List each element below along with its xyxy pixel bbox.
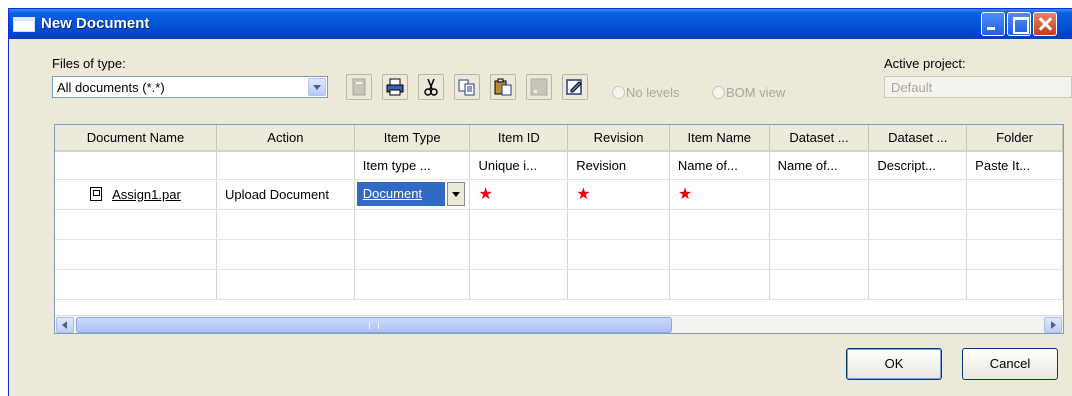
hint-cell bbox=[216, 151, 355, 180]
table-row[interactable] bbox=[55, 209, 1063, 240]
hint-cell: Paste It... bbox=[966, 151, 1063, 180]
print-button[interactable] bbox=[382, 74, 408, 100]
hint-cell: Unique i... bbox=[469, 151, 569, 180]
action-cell[interactable]: Upload Document bbox=[216, 179, 355, 210]
edit-icon bbox=[566, 79, 582, 95]
item-id-cell[interactable]: ★ bbox=[469, 179, 569, 210]
hint-cell: Descript... bbox=[868, 151, 968, 180]
files-of-type-value: All documents (*.*) bbox=[57, 80, 165, 95]
item-type-dropdown-button[interactable] bbox=[446, 182, 465, 206]
table-row[interactable]: Assign1.par Upload Document Document ★ ★… bbox=[55, 179, 1063, 210]
window-title: New Document bbox=[41, 15, 150, 32]
table-header: Document Name Action Item Type Item ID R… bbox=[55, 125, 1063, 152]
hint-cell: Item type ... bbox=[354, 151, 471, 180]
column-header-item-id[interactable]: Item ID bbox=[469, 125, 569, 152]
hint-row: Item type ... Unique i... Revision Name … bbox=[55, 151, 1063, 180]
ok-button[interactable]: OK bbox=[846, 348, 942, 380]
files-of-type-label: Files of type: bbox=[52, 56, 126, 71]
column-header-document-name[interactable]: Document Name bbox=[55, 125, 217, 152]
active-project-field[interactable]: Default bbox=[884, 76, 1072, 98]
minimize-button[interactable] bbox=[981, 12, 1005, 36]
column-header-action[interactable]: Action bbox=[216, 125, 355, 152]
table-row[interactable] bbox=[55, 269, 1063, 300]
hint-cell: Name of... bbox=[669, 151, 770, 180]
edit-properties-button[interactable] bbox=[562, 74, 588, 100]
cut-button[interactable] bbox=[418, 74, 444, 100]
paste-button[interactable] bbox=[490, 74, 516, 100]
title-bar[interactable]: New Document bbox=[9, 9, 1072, 39]
printer-icon bbox=[386, 78, 404, 96]
revision-cell[interactable]: ★ bbox=[567, 179, 670, 210]
hint-cell: Revision bbox=[567, 151, 670, 180]
column-header-item-name[interactable]: Item Name bbox=[669, 125, 770, 152]
paste-icon bbox=[494, 78, 512, 96]
document-name-link[interactable]: Assign1.par bbox=[112, 187, 181, 202]
dataset-name-cell[interactable] bbox=[769, 179, 870, 210]
paste-special-icon bbox=[530, 78, 548, 96]
column-header-dataset-description[interactable]: Dataset ... bbox=[868, 125, 968, 152]
dataset-description-cell[interactable] bbox=[868, 179, 968, 210]
paste-special-button[interactable] bbox=[526, 74, 552, 100]
folder-cell[interactable] bbox=[966, 179, 1063, 210]
column-header-item-type[interactable]: Item Type bbox=[354, 125, 471, 152]
properties-button[interactable] bbox=[346, 74, 372, 100]
required-star-icon: ★ bbox=[576, 186, 591, 203]
chevron-down-icon[interactable] bbox=[308, 78, 326, 96]
item-name-cell[interactable]: ★ bbox=[669, 179, 770, 210]
documents-table: Document Name Action Item Type Item ID R… bbox=[55, 125, 1063, 300]
horizontal-scrollbar[interactable] bbox=[55, 315, 1063, 333]
active-project-label: Active project: bbox=[884, 56, 966, 71]
column-header-dataset-name[interactable]: Dataset ... bbox=[769, 125, 870, 152]
bom-view-label: BOM view bbox=[726, 85, 786, 100]
window-icon bbox=[13, 17, 35, 32]
required-star-icon: ★ bbox=[478, 186, 493, 203]
scissors-icon bbox=[424, 78, 438, 96]
close-button[interactable] bbox=[1033, 12, 1057, 36]
active-project-value: Default bbox=[891, 80, 933, 95]
scroll-right-icon[interactable] bbox=[1044, 317, 1062, 333]
item-type-value[interactable]: Document bbox=[356, 182, 445, 206]
scroll-left-icon[interactable] bbox=[56, 317, 74, 333]
bom-view-radio[interactable] bbox=[712, 86, 725, 99]
part-file-icon bbox=[90, 186, 103, 201]
scrollbar-thumb[interactable] bbox=[76, 317, 672, 333]
files-of-type-dropdown[interactable]: All documents (*.*) bbox=[52, 76, 328, 98]
column-header-revision[interactable]: Revision bbox=[567, 125, 670, 152]
documents-grid[interactable]: Document Name Action Item Type Item ID R… bbox=[54, 124, 1064, 334]
no-levels-radio[interactable] bbox=[612, 86, 625, 99]
properties-icon bbox=[352, 78, 366, 96]
hint-cell: Name of... bbox=[769, 151, 870, 180]
hint-cell bbox=[55, 151, 217, 180]
item-type-cell[interactable]: Document bbox=[354, 179, 471, 210]
no-levels-label: No levels bbox=[626, 85, 680, 100]
required-star-icon: ★ bbox=[677, 186, 693, 203]
copy-button[interactable] bbox=[454, 74, 480, 100]
maximize-button[interactable] bbox=[1007, 12, 1031, 36]
table-row[interactable] bbox=[55, 239, 1063, 270]
cancel-button[interactable]: Cancel bbox=[962, 348, 1058, 380]
copy-icon bbox=[458, 79, 475, 96]
column-header-folder[interactable]: Folder bbox=[966, 125, 1063, 152]
document-name-cell[interactable]: Assign1.par bbox=[55, 179, 217, 210]
